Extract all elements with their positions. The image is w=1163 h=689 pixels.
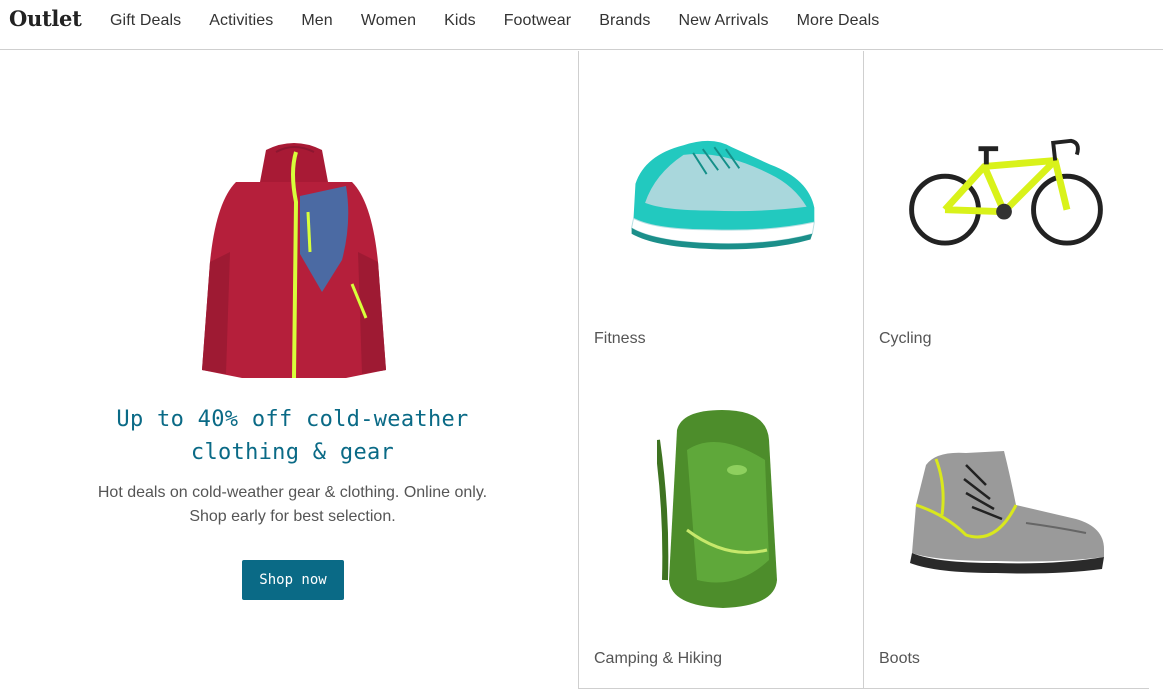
nav-item-activities[interactable]: Activities (209, 12, 273, 30)
nav-item-men[interactable]: Men (301, 12, 332, 30)
category-label-camping-hiking: Camping & Hiking (594, 650, 723, 667)
category-label-cycling: Cycling (879, 330, 932, 347)
nav-item-footwear[interactable]: Footwear (504, 12, 572, 30)
nav-item-kids[interactable]: Kids (444, 12, 476, 30)
category-tile-boots[interactable]: Boots (863, 370, 1149, 689)
category-tile-fitness[interactable]: Fitness (578, 51, 864, 371)
category-tile-cycling[interactable]: Cycling (863, 51, 1149, 371)
category-label-boots: Boots (879, 650, 920, 667)
backpack-image (657, 410, 777, 608)
nav-item-brands[interactable]: Brands (599, 12, 650, 30)
red-jacket-image[interactable] (196, 142, 392, 382)
hero-title: Up to 40% off cold-weather clothing & ge… (60, 403, 525, 469)
shop-now-button[interactable]: Shop now (242, 560, 344, 600)
hero-description-line-1: Hot deals on cold-weather gear & clothin… (97, 484, 488, 501)
category-label-fitness: Fitness (594, 330, 646, 347)
running-shoe-image (631, 140, 815, 250)
hiking-boot-image (910, 451, 1104, 574)
nav-item-more-deals[interactable]: More Deals (797, 12, 880, 30)
category-tile-camping-hiking[interactable]: Camping & Hiking (578, 370, 864, 689)
hero-description-line-2: Shop early for best selection. (189, 508, 396, 525)
nav-item-gift-deals[interactable]: Gift Deals (110, 12, 181, 30)
hero-title-line-1: Up to 40% off cold-weather (116, 407, 469, 432)
bicycle-image (909, 138, 1103, 246)
nav-item-women[interactable]: Women (361, 12, 416, 30)
nav-menu: Gift Deals Activities Men Women Kids Foo… (110, 12, 907, 30)
hero-promo: Up to 40% off cold-weather clothing & ge… (0, 51, 578, 689)
site-logo[interactable]: Outlet (9, 6, 82, 31)
hero-title-line-2: clothing & gear (190, 440, 395, 465)
nav-item-new-arrivals[interactable]: New Arrivals (678, 12, 768, 30)
top-nav: Outlet Gift Deals Activities Men Women K… (0, 0, 1163, 50)
hero-description: Hot deals on cold-weather gear & clothin… (60, 481, 525, 529)
